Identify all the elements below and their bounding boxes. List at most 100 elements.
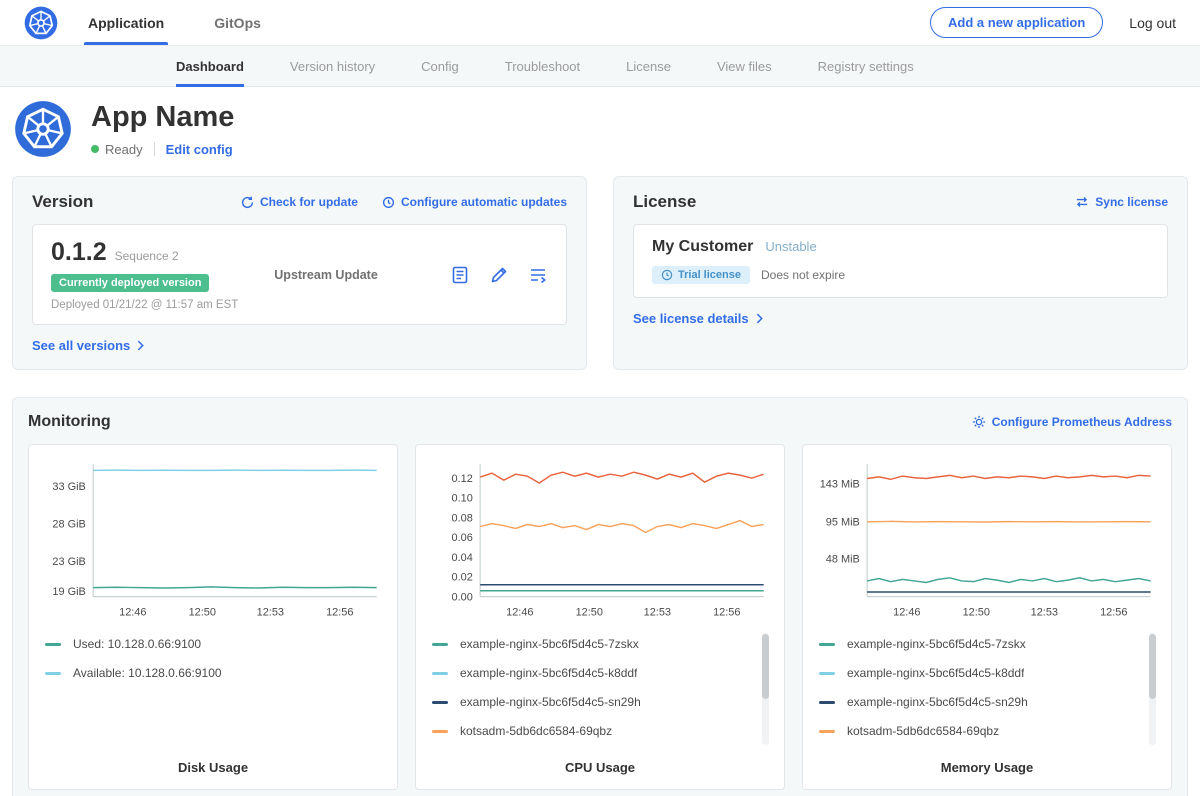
- legend-label: example-nginx-5bc6f5d4c5-7zskx: [460, 637, 639, 651]
- refresh-icon: [241, 196, 254, 209]
- legend-label: example-nginx-5bc6f5d4c5-7zskx: [847, 637, 1026, 651]
- edit-config-icon[interactable]: [489, 265, 509, 285]
- svg-text:143 MiB: 143 MiB: [820, 479, 860, 491]
- legend-item: example-nginx-5bc6f5d4c5-7zskx: [819, 630, 1143, 659]
- svg-text:0.04: 0.04: [452, 552, 473, 564]
- clock-refresh-icon: [382, 196, 395, 209]
- svg-text:12:46: 12:46: [506, 606, 533, 618]
- cards-row: Version Check for update Configure autom…: [0, 176, 1200, 370]
- legend-label: kotsadm-5db6dc6584-69qbz: [847, 724, 999, 738]
- svg-text:0.10: 0.10: [452, 493, 473, 505]
- chart-panel-cpu-usage: 0.120.100.080.060.040.020.0012:4612:5012…: [415, 444, 785, 790]
- chart-canvas: 143 MiB95 MiB48 MiB12:4612:5012:5312:56: [815, 457, 1159, 622]
- configure-prometheus-link[interactable]: Configure Prometheus Address: [972, 415, 1172, 429]
- legend-label: example-nginx-5bc6f5d4c5-sn29h: [460, 695, 641, 709]
- license-expiry: Does not expire: [761, 268, 845, 282]
- svg-text:0.08: 0.08: [452, 512, 473, 524]
- svg-text:33 GiB: 33 GiB: [52, 481, 85, 493]
- configure-automatic-updates-label: Configure automatic updates: [401, 195, 567, 209]
- app-icon: [14, 100, 72, 158]
- check-for-update-link[interactable]: Check for update: [241, 195, 358, 209]
- svg-text:12:56: 12:56: [1100, 606, 1127, 618]
- legend-scrollbar-track: [1149, 633, 1156, 745]
- legend-scrollbar-thumb[interactable]: [762, 634, 769, 699]
- legend-item: Used: 10.128.0.66:9100: [45, 630, 369, 659]
- clock-icon: [661, 269, 673, 281]
- customer-name: My Customer: [652, 238, 753, 256]
- legend-label: Used: 10.128.0.66:9100: [73, 637, 201, 651]
- legend-dash: [819, 730, 835, 733]
- version-card-title: Version: [32, 192, 93, 212]
- subnav-tab-license[interactable]: License: [626, 46, 671, 86]
- chart-title: Memory Usage: [815, 748, 1159, 775]
- divider: [154, 142, 155, 156]
- sequence-label: Sequence 2: [115, 249, 179, 263]
- legend-item: kotsadm-5db6dc6584-69qbz: [432, 717, 756, 746]
- legend-scrollbar-track: [762, 633, 769, 745]
- svg-text:19 GiB: 19 GiB: [52, 586, 85, 598]
- legend-dash: [432, 672, 448, 675]
- trial-license-badge: Trial license: [652, 266, 750, 284]
- legend-dash: [819, 643, 835, 646]
- check-for-update-label: Check for update: [260, 195, 358, 209]
- kubernetes-logo-icon: [24, 6, 58, 40]
- legend-item: example-nginx-5bc6f5d4c5-sn29h: [819, 688, 1143, 717]
- svg-text:48 MiB: 48 MiB: [826, 553, 860, 565]
- chart-title: CPU Usage: [428, 748, 772, 775]
- sync-license-label: Sync license: [1095, 195, 1168, 209]
- legend-scrollbar-thumb[interactable]: [1149, 634, 1156, 699]
- svg-text:95 MiB: 95 MiB: [826, 516, 860, 528]
- svg-text:12:53: 12:53: [1031, 606, 1058, 618]
- svg-text:12:53: 12:53: [644, 606, 671, 618]
- chart-legend: Used: 10.128.0.66:9100 Available: 10.128.…: [41, 630, 385, 748]
- legend-dash: [819, 701, 835, 704]
- app-subnav: Dashboard Version history Config Troublesho…: [0, 46, 1200, 87]
- legend-label: kotsadm-5db6dc6584-69qbz: [460, 724, 612, 738]
- chart-panel-memory-usage: 143 MiB95 MiB48 MiB12:4612:5012:5312:56e…: [802, 444, 1172, 790]
- subnav-tab-registry-settings[interactable]: Registry settings: [818, 46, 914, 86]
- monitoring-card: Monitoring Configure Prometheus Address …: [12, 397, 1188, 796]
- topnav-tab-label: GitOps: [214, 15, 261, 31]
- channel-label: Unstable: [765, 239, 816, 254]
- add-application-button[interactable]: Add a new application: [930, 7, 1103, 38]
- svg-text:12:46: 12:46: [893, 606, 920, 618]
- legend-dash: [45, 643, 61, 646]
- subnav-tab-config[interactable]: Config: [421, 46, 459, 86]
- version-number: 0.1.2: [51, 238, 107, 267]
- configure-automatic-updates-link[interactable]: Configure automatic updates: [382, 195, 567, 209]
- svg-text:12:50: 12:50: [576, 606, 603, 618]
- subnav-tab-troubleshoot[interactable]: Troubleshoot: [505, 46, 580, 86]
- trial-license-label: Trial license: [678, 269, 741, 281]
- sync-license-link[interactable]: Sync license: [1075, 195, 1168, 209]
- see-license-details-link[interactable]: See license details: [633, 311, 763, 326]
- gear-icon: [972, 415, 986, 429]
- logout-link[interactable]: Log out: [1129, 15, 1176, 31]
- legend-item: example-nginx-5bc6f5d4c5-7zskx: [432, 630, 756, 659]
- edit-config-link[interactable]: Edit config: [166, 142, 233, 157]
- chart-title: Disk Usage: [41, 748, 385, 775]
- sync-icon: [1075, 196, 1089, 208]
- monitoring-title: Monitoring: [28, 413, 111, 431]
- topnav-tab-application[interactable]: Application: [84, 0, 168, 45]
- configure-prometheus-label: Configure Prometheus Address: [992, 415, 1172, 429]
- legend-item: example-nginx-5bc6f5d4c5-sn29h: [432, 688, 756, 717]
- see-all-versions-link[interactable]: See all versions: [32, 338, 144, 353]
- svg-text:0.12: 0.12: [452, 473, 473, 485]
- topnav-tab-gitops[interactable]: GitOps: [210, 0, 265, 45]
- chart-panel-disk-usage: 33 GiB28 GiB23 GiB19 GiB12:4612:5012:531…: [28, 444, 398, 790]
- license-card: License Sync license My Customer Unstabl…: [613, 176, 1188, 370]
- deployed-badge: Currently deployed version: [51, 274, 209, 292]
- subnav-tab-view-files[interactable]: View files: [717, 46, 772, 86]
- app-status-row: Ready Edit config: [91, 142, 234, 157]
- deploy-logs-icon[interactable]: [528, 265, 548, 285]
- legend-label: Available: 10.128.0.66:9100: [73, 666, 222, 680]
- upstream-update-label: Upstream Update: [274, 268, 378, 282]
- subnav-tab-dashboard[interactable]: Dashboard: [176, 46, 244, 86]
- license-box: My Customer Unstable Trial license Does …: [633, 224, 1168, 298]
- see-all-versions-label: See all versions: [32, 338, 130, 353]
- legend-dash: [432, 643, 448, 646]
- release-notes-icon[interactable]: [450, 265, 470, 285]
- subnav-tab-version-history[interactable]: Version history: [290, 46, 375, 86]
- legend-dash: [432, 730, 448, 733]
- charts-row: 33 GiB28 GiB23 GiB19 GiB12:4612:5012:531…: [28, 444, 1172, 790]
